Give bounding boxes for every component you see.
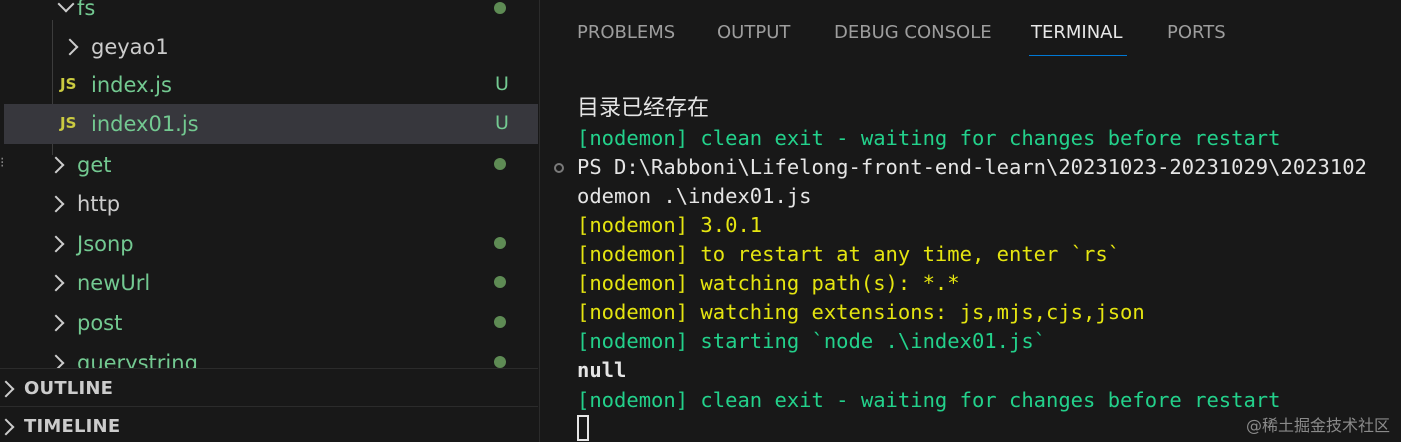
tree-item-newurl[interactable]: newUrl xyxy=(0,263,538,303)
file-tree: fs geyao1 JS index.js U JS index01.js U … xyxy=(0,0,538,368)
tree-item-label: get xyxy=(77,153,112,177)
chevron-down-icon xyxy=(57,0,75,13)
tab-ports[interactable]: PORTS xyxy=(1167,22,1226,43)
chevron-right-icon xyxy=(47,156,65,174)
collapsed-edge-icon: ⁝ xyxy=(0,155,5,171)
tab-problems[interactable]: PROBLEMS xyxy=(577,22,675,43)
command-decoration-icon[interactable] xyxy=(554,163,564,173)
timeline-section-header[interactable]: TIMELINE xyxy=(0,406,538,442)
chevron-right-icon xyxy=(0,380,15,398)
tree-item-get[interactable]: get xyxy=(0,145,538,185)
terminal-line: [nodemon] 3.0.1 xyxy=(577,213,763,237)
outline-section-header[interactable]: OUTLINE xyxy=(0,368,538,407)
terminal-line: [nodemon] to restart at any time, enter … xyxy=(577,242,1121,266)
tab-debug-console[interactable]: DEBUG CONSOLE xyxy=(834,22,992,43)
tree-item-index01-js[interactable]: JS index01.js U xyxy=(4,104,538,144)
tree-item-geyao1[interactable]: geyao1 xyxy=(0,27,538,67)
terminal-line: 目录已经存在 xyxy=(577,96,710,121)
tree-item-label: index01.js xyxy=(91,112,199,136)
bottom-panel: PROBLEMS OUTPUT DEBUG CONSOLE TERMINAL P… xyxy=(539,0,1401,442)
tree-item-fs[interactable]: fs xyxy=(0,0,538,28)
modified-dot-icon xyxy=(494,316,506,328)
panel-tabs: PROBLEMS OUTPUT DEBUG CONSOLE TERMINAL P… xyxy=(540,0,1401,62)
chevron-right-icon xyxy=(0,418,15,436)
chevron-right-icon xyxy=(47,235,65,253)
chevron-right-icon xyxy=(47,314,65,332)
tab-output[interactable]: OUTPUT xyxy=(717,22,790,43)
explorer-sidebar: fs geyao1 JS index.js U JS index01.js U … xyxy=(0,0,538,442)
chevron-right-icon xyxy=(47,274,65,292)
terminal-line: null xyxy=(577,358,627,382)
tree-item-label: Jsonp xyxy=(77,232,134,256)
terminal-line: PS D:\Rabboni\Lifelong-front-end-learn\2… xyxy=(577,155,1367,179)
watermark: @稀土掘金技术社区 xyxy=(1245,416,1390,435)
tree-item-label: geyao1 xyxy=(91,35,169,59)
terminal-line: [nodemon] watching extensions: js,mjs,cj… xyxy=(577,300,1145,324)
timeline-section-label: TIMELINE xyxy=(24,415,121,437)
terminal-line: [nodemon] clean exit - waiting for chang… xyxy=(577,388,1281,412)
active-tab-indicator xyxy=(1029,55,1127,56)
tree-item-label: fs xyxy=(77,0,96,20)
tree-item-label: querystring xyxy=(77,351,198,368)
javascript-file-icon: JS xyxy=(60,75,77,93)
terminal-line: [nodemon] starting `node .\index01.js` xyxy=(577,329,1046,353)
tree-item-label: newUrl xyxy=(77,271,151,295)
modified-dot-icon xyxy=(494,356,506,368)
terminal-cursor xyxy=(577,415,589,441)
terminal-line: [nodemon] watching path(s): *.* xyxy=(577,271,960,295)
chevron-right-icon xyxy=(47,354,65,368)
modified-dot-icon xyxy=(494,237,506,249)
tree-item-jsonp[interactable]: Jsonp xyxy=(0,224,538,264)
terminal-line: [nodemon] clean exit - waiting for chang… xyxy=(577,126,1281,150)
chevron-right-icon xyxy=(47,195,65,213)
modified-dot-icon xyxy=(494,276,506,288)
modified-dot-icon xyxy=(494,2,506,14)
modified-dot-icon xyxy=(494,158,506,170)
tree-item-label: http xyxy=(77,192,121,216)
tree-item-label: post xyxy=(77,311,123,335)
tree-item-post[interactable]: post xyxy=(0,303,538,343)
untracked-badge: U xyxy=(495,112,509,134)
tree-item-querystring[interactable]: querystring xyxy=(0,343,538,368)
chevron-right-icon xyxy=(61,38,79,56)
terminal-line: odemon .\index01.js xyxy=(577,184,812,208)
tree-item-http[interactable]: http xyxy=(0,184,538,224)
javascript-file-icon: JS xyxy=(60,114,77,132)
untracked-badge: U xyxy=(495,73,509,95)
terminal-output[interactable]: 目录已经存在 [nodemon] clean exit - waiting fo… xyxy=(540,92,1401,442)
tab-terminal[interactable]: TERMINAL xyxy=(1031,22,1123,43)
tree-item-label: index.js xyxy=(91,73,172,97)
outline-section-label: OUTLINE xyxy=(24,377,114,399)
tree-item-index-js[interactable]: JS index.js U xyxy=(0,65,538,105)
